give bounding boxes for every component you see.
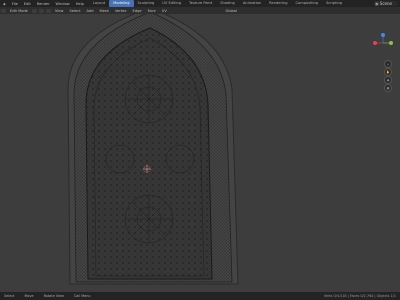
top-bar: ◈ File Edit Render Window Help Layout Mo… — [0, 0, 400, 7]
menu-window[interactable]: Window — [53, 2, 73, 6]
tab-scripting[interactable]: Scripting — [322, 0, 346, 7]
tab-animation[interactable]: Animation — [239, 0, 265, 7]
tab-sculpting[interactable]: Sculpting — [134, 0, 159, 7]
z-axis-icon[interactable] — [381, 33, 385, 37]
scene-label: Scene — [379, 1, 392, 6]
grid-view-icon[interactable]: ▦ — [384, 84, 392, 92]
mode-selector[interactable]: Edit Mode — [7, 9, 31, 13]
scene-selector[interactable]: ▣ Scene — [374, 1, 397, 6]
header-menu-mesh[interactable]: Mesh — [97, 9, 112, 13]
tab-shading[interactable]: Shading — [216, 0, 239, 7]
workspace-tabs: Layout Modeling Sculpting UV Editing Tex… — [89, 0, 346, 7]
pan-hand-icon[interactable]: ✋ — [384, 68, 392, 76]
header-menu-edge[interactable]: Edge — [130, 9, 145, 13]
navigation-gizmo[interactable] — [372, 32, 394, 54]
status-call-menu: Call Menu — [73, 294, 91, 298]
menu-edit[interactable]: Edit — [21, 2, 34, 6]
menu-render[interactable]: Render — [34, 2, 53, 6]
orientation-selector[interactable]: Global — [223, 9, 240, 13]
tab-rendering[interactable]: Rendering — [265, 0, 291, 7]
editor-type-icon[interactable] — [1, 8, 6, 13]
tab-modeling[interactable]: Modeling — [109, 0, 134, 7]
status-bar: Select Move Rotate View Call Menu Verts … — [0, 292, 400, 300]
tab-uv-editing[interactable]: UV Editing — [158, 0, 185, 7]
status-rotate-view: Rotate View — [43, 294, 64, 298]
blender-logo-icon[interactable]: ◈ — [0, 2, 9, 6]
face-select-icon[interactable] — [45, 8, 51, 13]
status-move: Move — [24, 294, 34, 298]
header-menu-select[interactable]: Select — [66, 9, 83, 13]
header-menu-uv[interactable]: UV — [159, 9, 170, 13]
menu-help[interactable]: Help — [73, 2, 87, 6]
scene-statistics: Verts 0/4,518 | Faces 0/2,764 | Objects … — [323, 294, 396, 298]
mesh-wireframe — [67, 14, 239, 285]
camera-icon[interactable]: ◉ — [384, 76, 392, 84]
y-axis-icon[interactable] — [389, 41, 393, 45]
menu-file[interactable]: File — [9, 2, 21, 6]
header-menu-add[interactable]: Add — [84, 9, 97, 13]
scene-icon: ▣ — [375, 1, 379, 6]
viewport-header: Edit Mode View Select Add Mesh Vertex Ed… — [0, 7, 400, 14]
3d-viewport[interactable]: + ✋ ◉ ▦ — [0, 14, 400, 292]
header-menu-view[interactable]: View — [52, 9, 67, 13]
vertex-select-icon[interactable] — [31, 8, 37, 13]
zoom-icon[interactable]: + — [384, 60, 392, 68]
tab-compositing[interactable]: Compositing — [292, 0, 323, 7]
header-menu-vertex[interactable]: Vertex — [112, 9, 130, 13]
x-axis-icon[interactable] — [373, 41, 377, 45]
tab-layout[interactable]: Layout — [89, 0, 109, 7]
header-menu-face[interactable]: Face — [145, 9, 159, 13]
status-select: Select — [4, 294, 15, 298]
tab-texture-paint[interactable]: Texture Paint — [185, 0, 216, 7]
edge-select-icon[interactable] — [38, 8, 44, 13]
